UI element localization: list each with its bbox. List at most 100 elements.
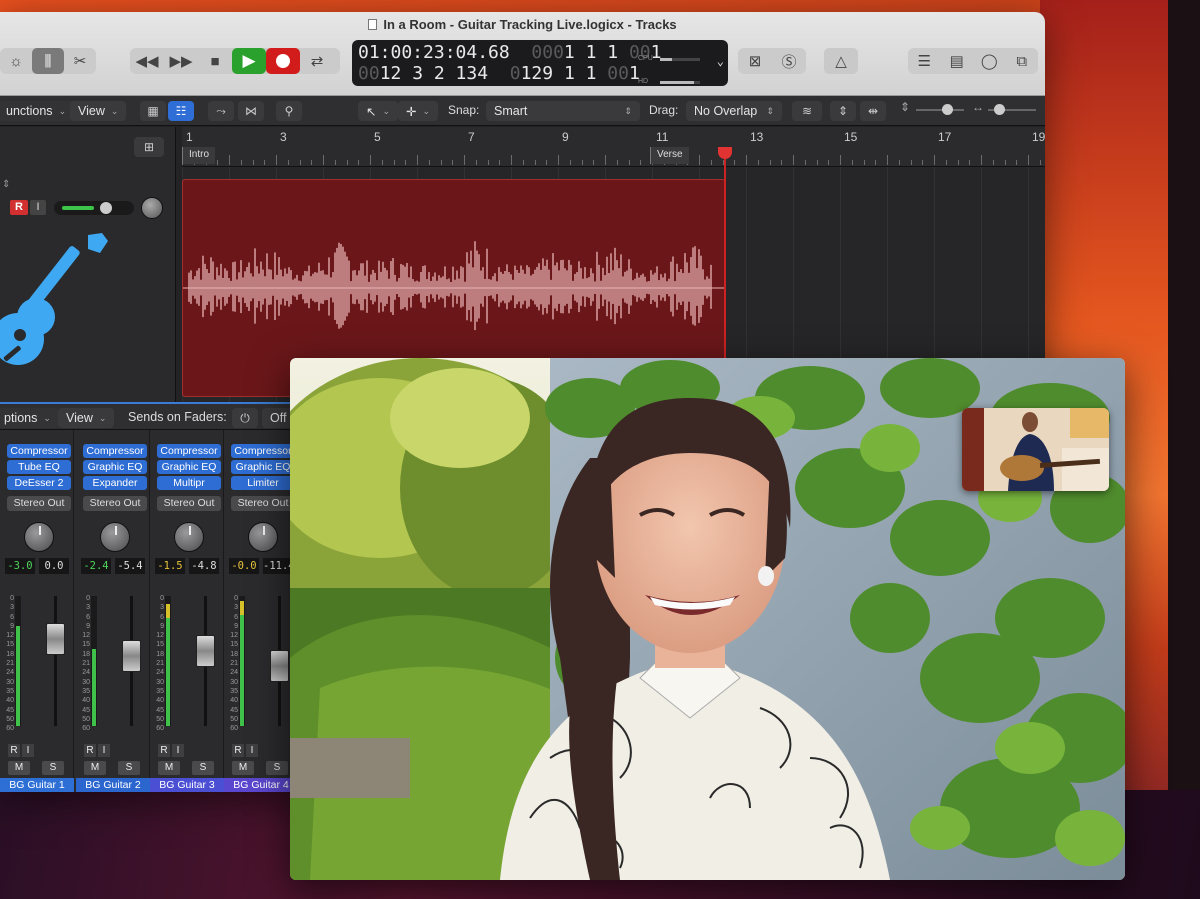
brightness-icon[interactable]: ☼	[0, 48, 32, 74]
power-icon[interactable]: ⏻	[232, 408, 258, 428]
automation-icon[interactable]: ⤳	[208, 101, 234, 121]
zoom-sliders[interactable]: ⇕ ↔	[900, 100, 1040, 120]
view-menu[interactable]: View ⌄	[70, 101, 127, 121]
timeline-ruler[interactable]: 1 3 5 7 9 11 13 15 17 19 Intro Verse	[182, 127, 1045, 167]
lcd-display[interactable]: 01:00:23:04.68 0001 1 1 001 0012 3 2 134…	[352, 40, 728, 86]
output-slot[interactable]: Stereo Out	[83, 496, 147, 511]
plugin-slot[interactable]: Multipr	[157, 476, 221, 490]
plugin-slot[interactable]: Graphic EQ	[83, 460, 147, 474]
list-icon[interactable]: ☰	[908, 48, 941, 74]
mixer-toggle-icon[interactable]: ⫼	[32, 48, 64, 74]
pan-knob[interactable]	[248, 522, 278, 552]
record-enable-button[interactable]: R	[158, 744, 170, 757]
play-button[interactable]: ▶	[232, 48, 266, 74]
stop-icon[interactable]: ■	[198, 48, 232, 74]
loop-browser-icon[interactable]: ◯	[973, 48, 1006, 74]
solo-button[interactable]: S	[42, 761, 64, 775]
fast-forward-icon[interactable]: ▶▶	[164, 48, 198, 74]
ruler-tick	[851, 160, 853, 165]
plugin-slot[interactable]: Compressor	[7, 444, 71, 458]
channel-name[interactable]: BG Guitar 3	[150, 778, 224, 792]
plugin-slot[interactable]: DeEsser 2	[7, 476, 71, 490]
record-enable-button[interactable]: R	[8, 744, 20, 757]
plugin-slot[interactable]: Compressor	[157, 444, 221, 458]
vertical-zoom-icon[interactable]: ⇕	[830, 101, 856, 121]
replace-icon[interactable]: ⊠	[738, 48, 772, 74]
lcd-position: 12 3 2 134	[379, 63, 489, 84]
chevron-down-icon[interactable]: ⌄	[717, 54, 724, 68]
record-enable-button[interactable]: R	[10, 200, 28, 215]
input-monitor-button[interactable]: I	[246, 744, 258, 757]
input-monitor-button[interactable]: I	[172, 744, 184, 757]
secondary-tool-menu[interactable]: ✛ ⌄	[398, 101, 439, 121]
channel-name[interactable]: BG Guitar 1	[0, 778, 74, 792]
channel-name[interactable]: BG Guitar 4	[224, 778, 298, 792]
drag-select[interactable]: No Overlap ⇕	[686, 101, 782, 121]
volume-fader[interactable]	[122, 640, 141, 672]
waveform-zoom-icon[interactable]: ≋	[792, 101, 822, 121]
plugin-slot[interactable]: Compressor	[231, 444, 295, 458]
horizontal-zoom-icon[interactable]: ⇹	[860, 101, 886, 121]
vertical-zoom-knob[interactable]	[942, 104, 953, 115]
output-slot[interactable]: Stereo Out	[7, 496, 71, 511]
input-monitor-button[interactable]: I	[22, 744, 34, 757]
plugin-slot[interactable]: Tube EQ	[7, 460, 71, 474]
ruler-tick	[299, 160, 301, 165]
record-enable-button[interactable]: R	[232, 744, 244, 757]
ruler-tick	[934, 155, 935, 165]
disclosure-icon[interactable]: ⇕	[2, 179, 10, 190]
browser-icon[interactable]: ⧉	[1006, 48, 1039, 74]
mute-button[interactable]: M	[8, 761, 30, 775]
output-slot[interactable]: Stereo Out	[231, 496, 295, 511]
notepad-icon[interactable]: ▤	[941, 48, 974, 74]
fader-track	[54, 596, 57, 726]
plugin-slot[interactable]: Graphic EQ	[157, 460, 221, 474]
pan-knob[interactable]	[174, 522, 204, 552]
pan-knob[interactable]	[24, 522, 54, 552]
solo-icon[interactable]: Ⓢ	[772, 48, 806, 74]
rewind-icon[interactable]: ◀◀	[130, 48, 164, 74]
pan-knob[interactable]	[100, 522, 130, 552]
meter-scale: 0 3 6 9 12 15 18 21 24 30 35 40 45 50 60	[230, 595, 238, 733]
volume-fader[interactable]	[196, 635, 215, 667]
record-enable-button[interactable]: R	[84, 744, 96, 757]
track-volume-slider[interactable]	[54, 201, 134, 215]
solo-button[interactable]: S	[266, 761, 288, 775]
ruler-tick	[464, 155, 465, 165]
volume-fader[interactable]	[46, 623, 65, 655]
record-button[interactable]	[266, 48, 300, 74]
snap-select[interactable]: Smart ⇕	[486, 101, 640, 121]
marker-verse[interactable]: Verse	[650, 147, 689, 164]
marker-intro[interactable]: Intro	[182, 147, 216, 164]
ruler-tick	[593, 160, 595, 165]
volume-fader[interactable]	[270, 650, 289, 682]
pointer-tool-menu[interactable]: ↖ ⌄	[358, 101, 399, 121]
input-monitor-button[interactable]: I	[98, 744, 110, 757]
channel-name[interactable]: BG Guitar 2	[76, 778, 150, 792]
functions-menu[interactable]: unctions ⌄	[0, 101, 75, 121]
input-monitor-button[interactable]: I	[30, 200, 46, 215]
flex-icon[interactable]: ⋈	[238, 101, 264, 121]
list-view-icon[interactable]: ☷	[168, 101, 194, 121]
solo-button[interactable]: S	[192, 761, 214, 775]
plugin-slot[interactable]: Limiter	[231, 476, 295, 490]
cycle-icon[interactable]: ⇄	[300, 48, 334, 74]
output-slot[interactable]: Stereo Out	[157, 496, 221, 511]
pan-knob[interactable]	[141, 197, 163, 219]
horizontal-zoom-knob[interactable]	[994, 104, 1005, 115]
mute-button[interactable]: M	[232, 761, 254, 775]
grid-view-icon[interactable]: ▦	[140, 101, 166, 121]
scissors-icon[interactable]: ✂	[64, 48, 96, 74]
plugin-slot[interactable]: Graphic EQ	[231, 460, 295, 474]
plugin-slot[interactable]: Expander	[83, 476, 147, 490]
mute-button[interactable]: M	[84, 761, 106, 775]
options-menu[interactable]: ptions ⌄	[0, 408, 59, 428]
mute-button[interactable]: M	[158, 761, 180, 775]
solo-button[interactable]: S	[118, 761, 140, 775]
catch-icon[interactable]: ⚲	[276, 101, 302, 121]
add-track-icon[interactable]: ⊞	[134, 137, 164, 157]
facetime-self-view[interactable]	[962, 408, 1109, 491]
mixer-view-menu[interactable]: View ⌄	[58, 408, 115, 428]
plugin-slot[interactable]: Compressor	[83, 444, 147, 458]
metronome-icon[interactable]: △	[824, 48, 858, 74]
